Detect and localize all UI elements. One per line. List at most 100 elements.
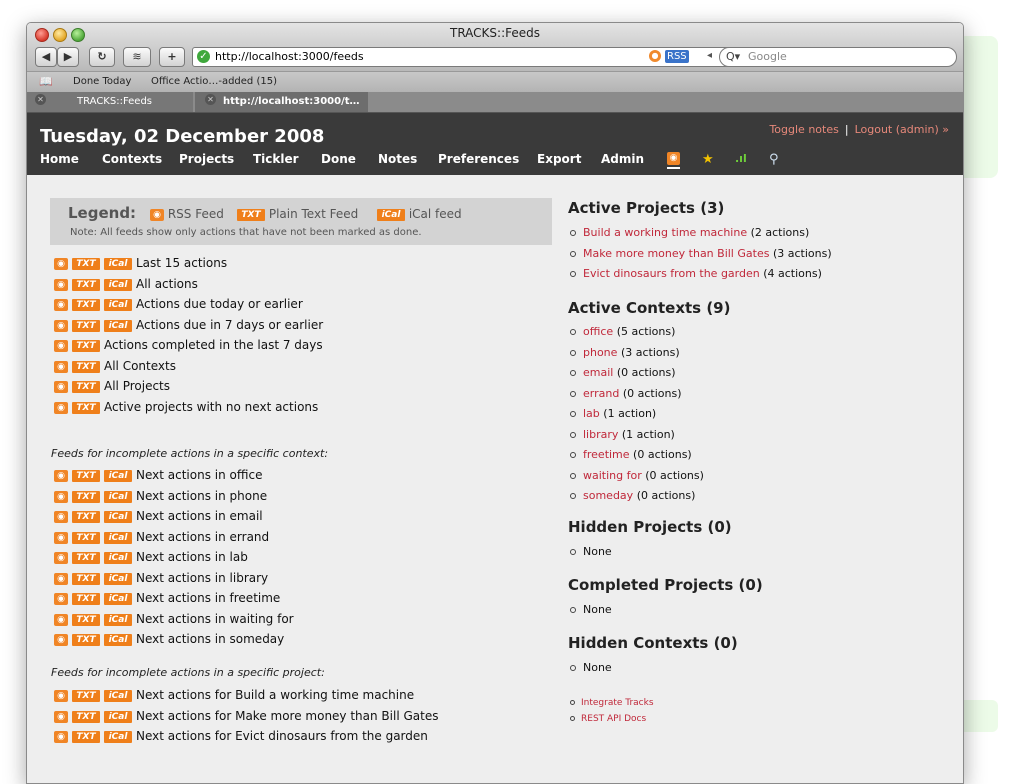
nav-contexts[interactable]: Contexts — [102, 152, 162, 166]
stats-icon[interactable]: .ıl — [735, 152, 747, 168]
feeds-nav-icon[interactable]: ◉ — [667, 152, 680, 169]
rss-icon[interactable]: ◉ — [54, 381, 68, 393]
back-button[interactable]: ◀ — [35, 47, 57, 67]
ical-icon[interactable]: iCal — [104, 299, 132, 311]
rss-icon[interactable]: ◉ — [54, 552, 68, 564]
search-nav-icon[interactable]: ⚲ — [769, 152, 779, 168]
txt-icon[interactable]: TXT — [72, 381, 100, 393]
item-link[interactable]: Evict dinosaurs from the garden — [583, 267, 760, 280]
nav-done[interactable]: Done — [321, 152, 356, 166]
rss-icon[interactable]: ◉ — [54, 401, 68, 414]
rss-icon[interactable]: ◉ — [54, 613, 68, 626]
txt-icon[interactable]: TXT — [72, 613, 100, 626]
txt-icon[interactable]: TXT — [72, 340, 100, 352]
search-input[interactable]: Q▾ Google — [719, 47, 957, 67]
txt-icon[interactable]: TXT — [72, 572, 100, 585]
close-tab-icon[interactable]: ✕ — [205, 94, 216, 105]
ical-icon[interactable]: iCal — [104, 613, 132, 626]
ical-icon[interactable]: iCal — [104, 731, 132, 743]
item-link[interactable]: lab — [583, 407, 600, 420]
txt-icon[interactable]: TXT — [72, 552, 100, 564]
add-bookmark-button[interactable]: + — [159, 47, 185, 67]
ical-icon[interactable]: iCal — [104, 690, 132, 702]
txt-icon[interactable]: TXT — [72, 490, 100, 503]
rss-icon[interactable]: ◉ — [54, 710, 68, 723]
txt-icon[interactable]: TXT — [72, 401, 100, 414]
ical-icon[interactable]: iCal — [104, 258, 132, 270]
tab-feeds-label[interactable]: TRACKS::Feeds — [77, 93, 152, 111]
snapback-button[interactable]: ≋ — [123, 47, 151, 67]
ical-icon[interactable]: iCal — [104, 531, 132, 544]
item-link[interactable]: library — [583, 428, 618, 441]
ical-icon[interactable]: iCal — [104, 634, 132, 646]
txt-icon[interactable]: TXT — [72, 710, 100, 723]
item-link[interactable]: freetime — [583, 448, 630, 461]
rss-icon[interactable]: ◉ — [54, 299, 68, 311]
ical-icon[interactable]: iCal — [104, 710, 132, 723]
toggle-notes-link[interactable]: Toggle notes — [769, 123, 838, 136]
ical-icon[interactable]: iCal — [104, 593, 132, 605]
tab-localhost-label[interactable]: http://localhost:3000/t… — [223, 93, 360, 111]
item-link[interactable]: Build a working time machine — [583, 226, 747, 239]
book-icon[interactable]: 📖 — [39, 75, 53, 88]
rss-badge[interactable]: RSS — [665, 50, 689, 63]
rss-icon[interactable]: ◉ — [54, 258, 68, 270]
stop-icon[interactable]: ● — [649, 50, 661, 62]
forward-button[interactable]: ▶ — [57, 47, 79, 67]
ical-icon[interactable]: iCal — [104, 470, 132, 482]
rss-icon[interactable]: ◉ — [54, 572, 68, 585]
nav-tickler[interactable]: Tickler — [253, 152, 299, 166]
item-link[interactable]: email — [583, 366, 613, 379]
ical-icon[interactable]: iCal — [104, 552, 132, 564]
rss-icon[interactable]: ◉ — [54, 634, 68, 646]
txt-icon[interactable]: TXT — [72, 731, 100, 743]
nav-home[interactable]: Home — [40, 152, 79, 166]
txt-icon[interactable]: TXT — [72, 278, 100, 291]
bookmark-done-today[interactable]: Done Today — [73, 76, 131, 87]
item-link[interactable]: waiting for — [583, 469, 642, 482]
txt-icon[interactable]: TXT — [72, 319, 100, 332]
integrate-tracks-link[interactable]: Integrate Tracks — [570, 698, 654, 708]
url-text[interactable]: http://localhost:3000/feeds — [215, 49, 364, 65]
rss-icon[interactable]: ◉ — [54, 731, 68, 743]
rss-icon[interactable]: ◉ — [54, 360, 68, 373]
star-icon[interactable]: ★ — [702, 152, 714, 168]
txt-icon[interactable]: TXT — [72, 258, 100, 270]
ical-icon[interactable]: iCal — [104, 319, 132, 332]
txt-icon[interactable]: TXT — [72, 299, 100, 311]
ical-icon[interactable]: iCal — [104, 490, 132, 503]
txt-icon[interactable]: TXT — [72, 690, 100, 702]
rss-icon[interactable]: ◉ — [54, 278, 68, 291]
item-link[interactable]: errand — [583, 387, 619, 400]
ical-icon[interactable]: iCal — [104, 511, 132, 523]
logout-link[interactable]: Logout (admin) » — [855, 123, 949, 136]
txt-icon[interactable]: TXT — [72, 470, 100, 482]
nav-admin[interactable]: Admin — [601, 152, 644, 166]
nav-projects[interactable]: Projects — [179, 152, 234, 166]
rest-api-docs-link[interactable]: REST API Docs — [570, 714, 646, 724]
reload-button[interactable]: ↻ — [89, 47, 115, 67]
rss-icon[interactable]: ◉ — [54, 490, 68, 503]
item-link[interactable]: Make more money than Bill Gates — [583, 247, 769, 260]
nav-notes[interactable]: Notes — [378, 152, 417, 166]
item-link[interactable]: phone — [583, 346, 617, 359]
rss-icon[interactable]: ◉ — [54, 593, 68, 605]
ical-icon[interactable]: iCal — [104, 572, 132, 585]
item-link[interactable]: someday — [583, 489, 633, 502]
address-bar[interactable]: ✓ http://localhost:3000/feeds — [192, 47, 747, 67]
nav-preferences[interactable]: Preferences — [438, 152, 519, 166]
bookmark-office-actions[interactable]: Office Actio…-added (15) — [151, 76, 277, 87]
txt-icon[interactable]: TXT — [72, 360, 100, 373]
txt-icon[interactable]: TXT — [72, 593, 100, 605]
nav-export[interactable]: Export — [537, 152, 581, 166]
rss-icon[interactable]: ◉ — [54, 511, 68, 523]
txt-icon[interactable]: TXT — [72, 511, 100, 523]
ical-icon[interactable]: iCal — [104, 278, 132, 291]
rss-icon[interactable]: ◉ — [54, 470, 68, 482]
txt-icon[interactable]: TXT — [72, 634, 100, 646]
rss-icon[interactable]: ◉ — [54, 340, 68, 352]
rss-icon[interactable]: ◉ — [54, 690, 68, 702]
close-tab-icon[interactable]: ✕ — [35, 94, 46, 105]
item-link[interactable]: office — [583, 325, 613, 338]
txt-icon[interactable]: TXT — [72, 531, 100, 544]
